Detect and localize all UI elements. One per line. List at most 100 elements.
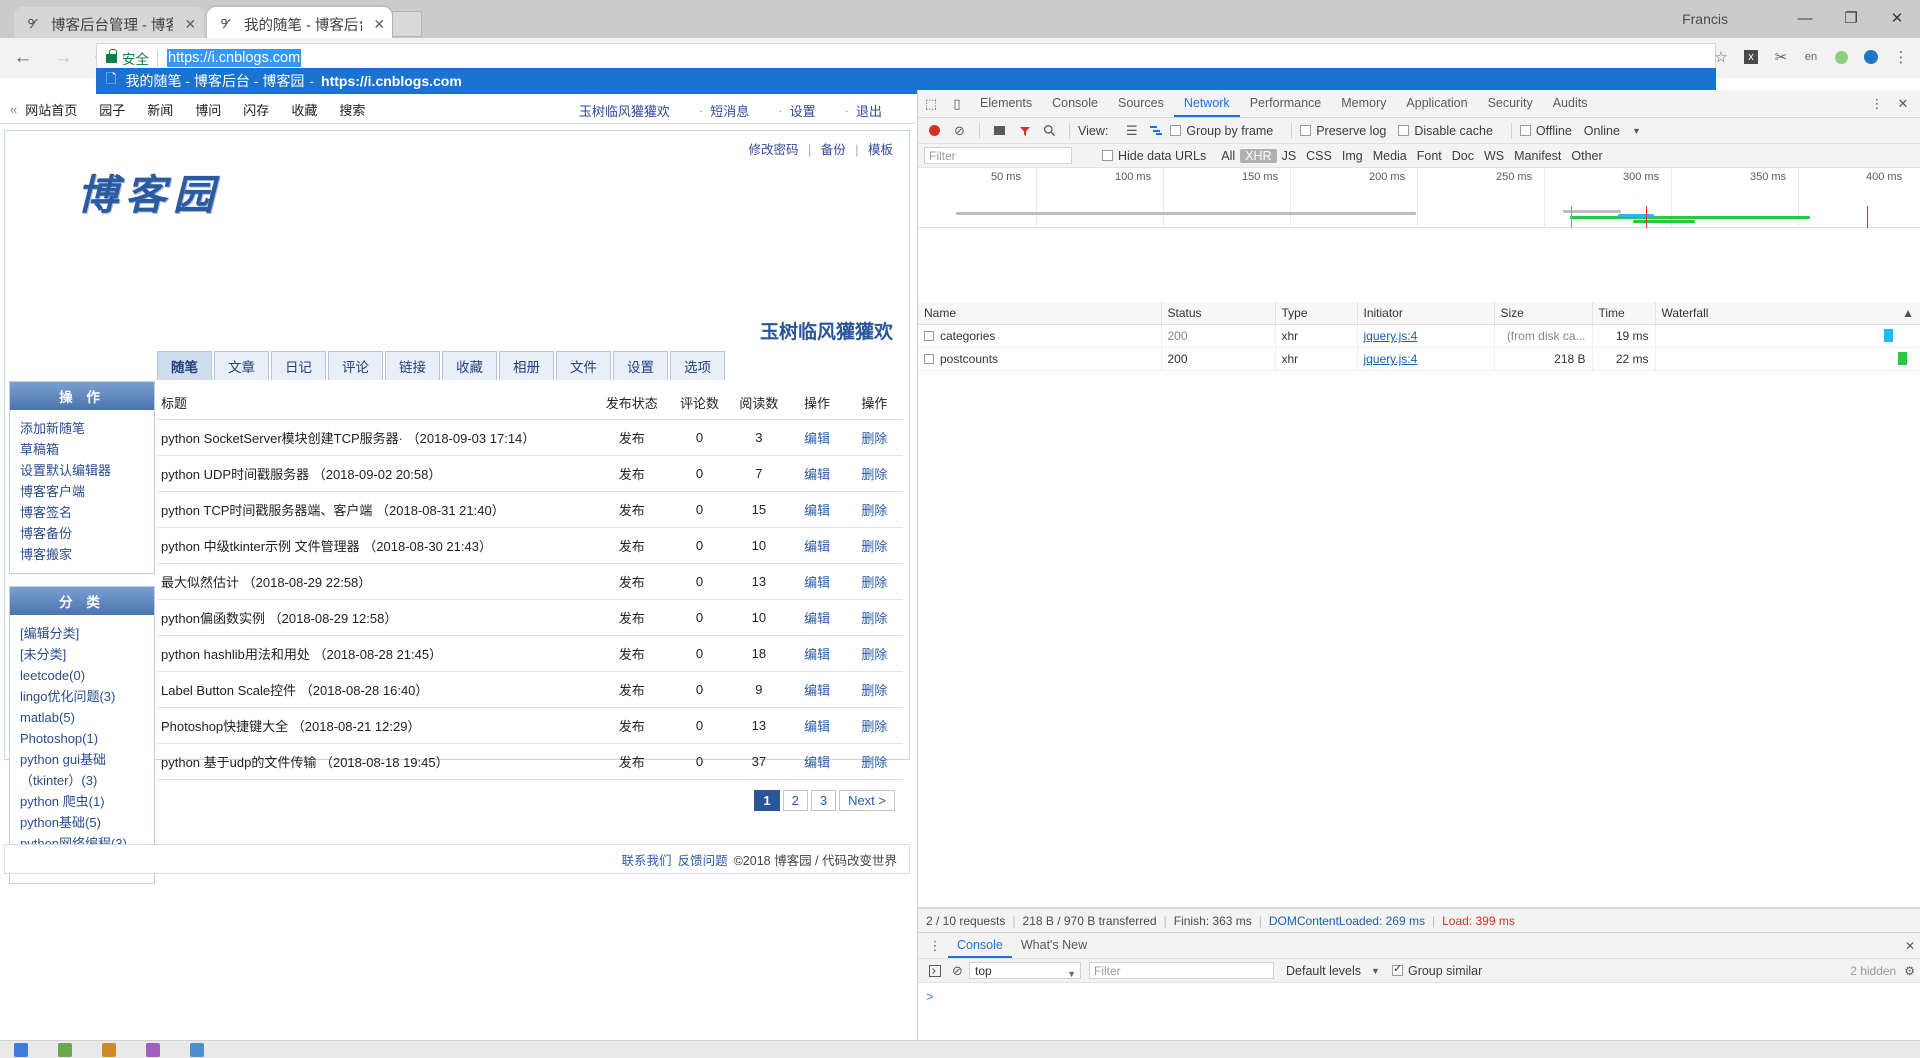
inspect-element-icon[interactable]: ⬚ xyxy=(918,91,944,117)
sidebar-item-default-editor[interactable]: 设置默认编辑器 xyxy=(20,460,154,481)
chrome-profile-name[interactable]: Francis xyxy=(1682,0,1728,38)
post-delete-cell[interactable]: 删除 xyxy=(845,419,903,456)
tab-riji[interactable]: 日记 xyxy=(271,351,326,380)
filter-type-other[interactable]: Other xyxy=(1566,149,1607,163)
post-edit-cell[interactable]: 编辑 xyxy=(788,491,846,528)
nav-link-search[interactable]: 搜索 xyxy=(339,100,365,119)
disable-cache-checkbox[interactable]: Disable cache xyxy=(1398,124,1503,138)
delete-link[interactable]: 删除 xyxy=(861,575,887,590)
initiator-link[interactable]: jquery.js:4 xyxy=(1364,352,1418,366)
post-title-link[interactable]: Label Button Scale控件 xyxy=(161,683,296,698)
record-icon[interactable] xyxy=(923,120,946,142)
sidebar-item-blog-client[interactable]: 博客客户端 xyxy=(20,481,154,502)
filter-icon[interactable] xyxy=(1013,120,1036,142)
post-title-cell[interactable]: python UDP时间戳服务器 （2018-09-02 20:58） xyxy=(157,455,594,492)
en-extension-icon[interactable]: en xyxy=(1796,42,1826,72)
filter-type-doc[interactable]: Doc xyxy=(1447,149,1479,163)
topnav-username[interactable]: 玉树临风獾獾欢 xyxy=(579,101,670,120)
post-title-cell[interactable]: python 基于udp的文件传输 （2018-08-18 19:45） xyxy=(157,743,594,780)
levels-caret-icon[interactable]: ▼ xyxy=(1371,966,1380,976)
col-name[interactable]: Name xyxy=(918,302,1162,325)
col-status[interactable]: Status xyxy=(1161,302,1276,325)
col-waterfall[interactable]: Waterfall ▲ xyxy=(1655,302,1920,325)
tab-sources[interactable]: Sources xyxy=(1108,90,1174,117)
post-edit-cell[interactable]: 编辑 xyxy=(788,635,846,672)
back-icon[interactable]: ← xyxy=(6,41,40,75)
next-page-button[interactable]: Next > xyxy=(839,790,895,811)
capture-screenshots-icon[interactable] xyxy=(988,120,1011,142)
console-filter-input[interactable]: Filter xyxy=(1089,962,1274,979)
post-edit-cell[interactable]: 编辑 xyxy=(788,455,846,492)
devtools-close-icon[interactable]: ✕ xyxy=(1890,91,1916,117)
nav-link-q-and-a[interactable]: 博问 xyxy=(195,100,221,119)
group-similar-checkbox[interactable]: Group similar xyxy=(1391,962,1492,978)
drawer-tab-whats-new[interactable]: What's New xyxy=(1012,933,1096,958)
topnav-logout[interactable]: 退出 xyxy=(856,101,882,120)
category-python-gui[interactable]: python gui基础 xyxy=(20,749,154,770)
nav-link-news[interactable]: 新闻 xyxy=(147,100,173,119)
tab-elements[interactable]: Elements xyxy=(970,90,1042,117)
request-name-cell[interactable]: postcounts xyxy=(918,347,1162,371)
post-title-link[interactable]: python UDP时间戳服务器 xyxy=(161,467,309,482)
col-size[interactable]: Size xyxy=(1494,302,1593,325)
page-2-button[interactable]: 2 xyxy=(782,790,808,811)
category-python-spider[interactable]: python 爬虫(1) xyxy=(20,791,154,812)
edit-link[interactable]: 编辑 xyxy=(804,575,830,590)
filter-type-font[interactable]: Font xyxy=(1412,149,1447,163)
post-title-link[interactable]: python SocketServer模块创建TCP服务器· xyxy=(161,431,403,446)
clear-icon[interactable]: ⊘ xyxy=(948,120,971,142)
topnav-messages[interactable]: 短消息 xyxy=(710,101,749,120)
cut-extension-icon[interactable]: ✂ xyxy=(1766,42,1796,72)
post-edit-cell[interactable]: 编辑 xyxy=(788,563,846,600)
category-matlab[interactable]: matlab(5) xyxy=(20,707,154,728)
x-extension-icon[interactable]: x xyxy=(1736,42,1766,72)
console-sidebar-icon[interactable] xyxy=(923,960,946,982)
drawer-close-icon[interactable]: ✕ xyxy=(1905,939,1915,953)
device-toolbar-icon[interactable]: ▯ xyxy=(944,91,970,117)
taskbar-icon-3[interactable] xyxy=(102,1043,116,1057)
minimize-button[interactable]: — xyxy=(1782,2,1828,34)
console-prompt[interactable]: > xyxy=(918,983,1920,1004)
request-name-cell[interactable]: categories xyxy=(918,324,1162,348)
sidebar-item-backup[interactable]: 博客备份 xyxy=(20,523,154,544)
taskbar-icon-2[interactable] xyxy=(58,1043,72,1057)
taskbar-icon-4[interactable] xyxy=(146,1043,160,1057)
preserve-log-checkbox[interactable]: Preserve log xyxy=(1300,124,1396,138)
waterfall-view-icon[interactable] xyxy=(1145,120,1168,142)
post-title-cell[interactable]: Label Button Scale控件 （2018-08-28 16:40） xyxy=(157,671,594,708)
category-edit[interactable]: [编辑分类] xyxy=(20,623,154,644)
post-delete-cell[interactable]: 删除 xyxy=(845,455,903,492)
search-icon[interactable] xyxy=(1038,120,1061,142)
post-delete-cell[interactable]: 删除 xyxy=(845,743,903,780)
tab-wenzhang[interactable]: 文章 xyxy=(214,351,269,380)
green-dot-extension-icon[interactable] xyxy=(1826,42,1856,72)
console-clear-icon[interactable]: ⊘ xyxy=(946,960,969,982)
filter-type-ws[interactable]: WS xyxy=(1479,149,1509,163)
console-levels-label[interactable]: Default levels xyxy=(1286,964,1361,978)
post-title-link[interactable]: python TCP时间戳服务器端、客户端 xyxy=(161,503,372,518)
post-delete-cell[interactable]: 删除 xyxy=(845,491,903,528)
delete-link[interactable]: 删除 xyxy=(861,683,887,698)
post-edit-cell[interactable]: 编辑 xyxy=(788,527,846,564)
drawer-tab-console[interactable]: Console xyxy=(948,933,1012,958)
throttle-caret-icon[interactable]: ▼ xyxy=(1632,126,1641,136)
delete-link[interactable]: 删除 xyxy=(861,539,887,554)
console-settings-icon[interactable]: ⚙ xyxy=(1904,964,1915,978)
console-context-select[interactable]: top ▼ xyxy=(969,962,1081,979)
nav-link-home[interactable]: 网站首页 xyxy=(25,100,77,119)
sidebar-item-add-post[interactable]: 添加新随笔 xyxy=(20,418,154,439)
tab-application[interactable]: Application xyxy=(1396,90,1477,117)
tab-xuanxiang[interactable]: 选项 xyxy=(670,351,725,380)
post-title-link[interactable]: python 基于udp的文件传输 xyxy=(161,755,316,770)
url-text[interactable]: https://i.cnblogs.com xyxy=(167,49,302,67)
post-delete-cell[interactable]: 删除 xyxy=(845,563,903,600)
sidebar-item-signature[interactable]: 博客签名 xyxy=(20,502,154,523)
request-initiator-cell[interactable]: jquery.js:4 xyxy=(1357,324,1495,348)
filter-type-xhr[interactable]: XHR xyxy=(1240,148,1277,163)
filter-type-all[interactable]: All xyxy=(1216,149,1240,163)
footer-contact-link[interactable]: 联系我们 xyxy=(622,850,672,869)
collapse-icon[interactable]: « xyxy=(10,102,17,117)
throttle-value[interactable]: Online xyxy=(1584,124,1620,138)
template-link[interactable]: 模板 xyxy=(868,143,893,157)
tab-network[interactable]: Network xyxy=(1173,90,1240,117)
